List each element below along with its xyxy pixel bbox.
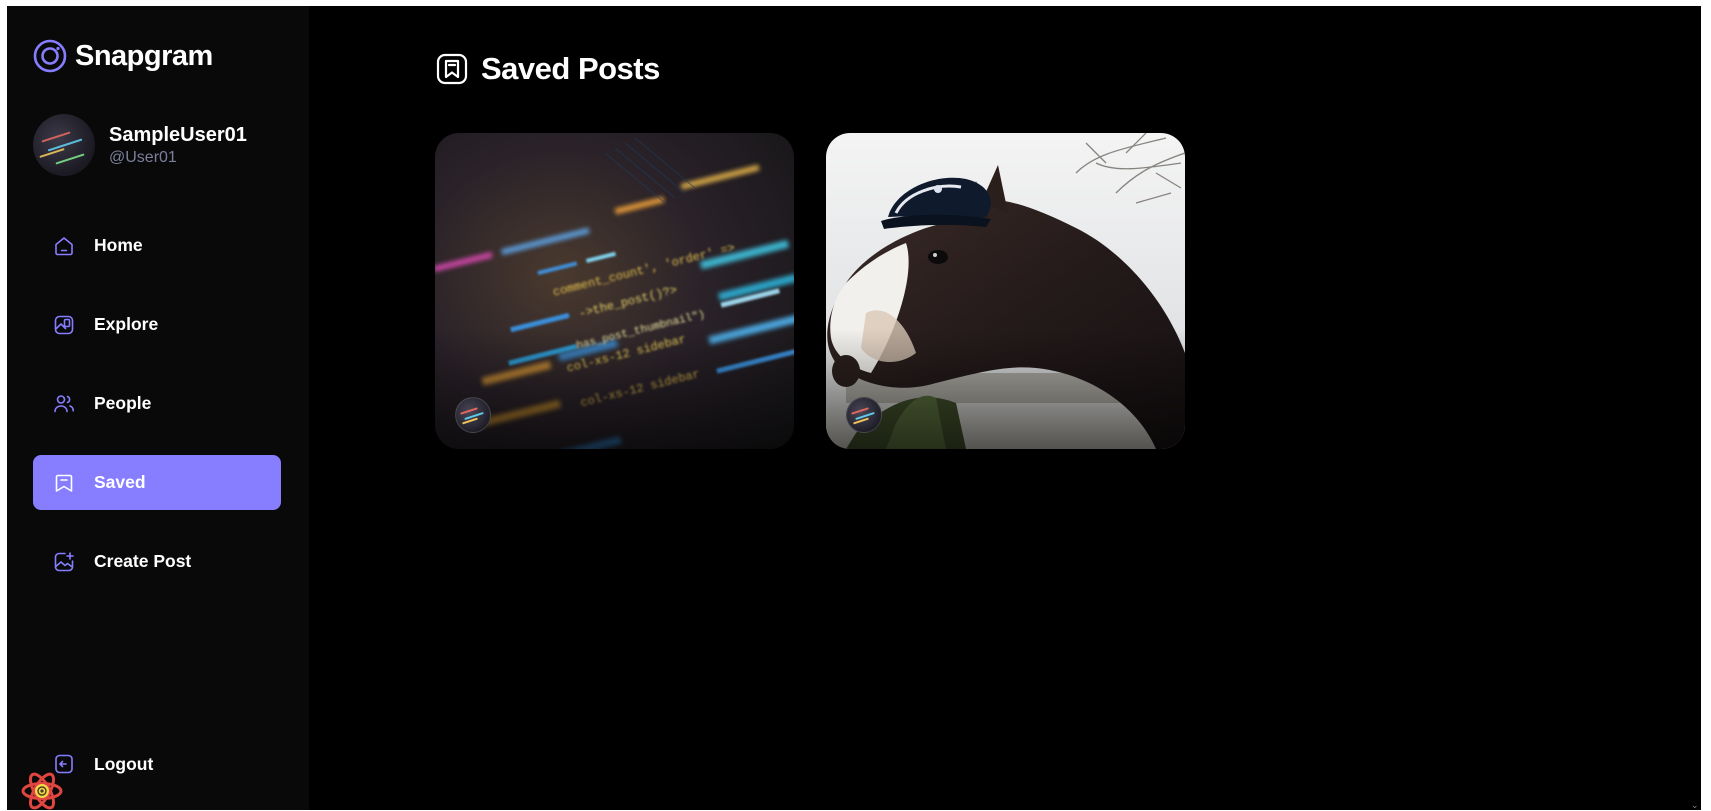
sidebar-item-label: Home	[94, 235, 143, 255]
react-icon[interactable]	[20, 771, 64, 810]
main-content: Saved Posts comment_count', 'order' => -…	[309, 6, 1701, 810]
logout-label: Logout	[94, 753, 154, 774]
app-logo[interactable]: Snapgram	[33, 39, 213, 73]
app-name: Snapgram	[75, 39, 213, 72]
card-overlay	[435, 329, 794, 449]
app-window: Snapgram SampleUser01 @User01 Home Explo…	[7, 6, 1701, 810]
saved-post-card[interactable]	[826, 133, 1185, 449]
sidebar-nav: Home Explore People Saved Create Post	[33, 218, 281, 613]
profile-link[interactable]: SampleUser01 @User01	[33, 114, 247, 176]
scrollbar-corner[interactable]: ⌄	[1691, 800, 1699, 810]
sidebar-item-label: Saved	[94, 472, 146, 492]
gallery-icon	[51, 312, 77, 338]
profile-name: SampleUser01	[109, 123, 247, 146]
left-sidebar: Snapgram SampleUser01 @User01 Home Explo…	[7, 6, 309, 810]
gallery-add-icon	[51, 549, 77, 575]
sidebar-item-people[interactable]: People	[33, 376, 281, 431]
sidebar-item-label: People	[94, 393, 152, 413]
sidebar-item-explore[interactable]: Explore	[33, 297, 281, 352]
sidebar-item-home[interactable]: Home	[33, 218, 281, 273]
avatar[interactable]	[455, 397, 491, 433]
avatar[interactable]	[846, 397, 882, 433]
snapgram-logo-icon	[33, 39, 67, 73]
sidebar-item-label: Explore	[94, 314, 159, 334]
avatar	[33, 114, 95, 176]
saved-post-card[interactable]: comment_count', 'order' => ->the_post()?…	[435, 133, 794, 449]
sidebar-item-label: Create Post	[94, 551, 192, 571]
logout-button[interactable]: Logout	[33, 739, 281, 789]
home-icon	[51, 233, 77, 259]
sidebar-item-create-post[interactable]: Create Post	[33, 534, 281, 589]
page-header: Saved Posts	[435, 51, 660, 87]
card-overlay	[826, 329, 1185, 449]
people-icon	[51, 391, 77, 417]
profile-handle: @User01	[109, 148, 177, 166]
saved-posts-grid: comment_count', 'order' => ->the_post()?…	[435, 133, 1185, 449]
sidebar-item-saved[interactable]: Saved	[33, 455, 281, 510]
bookmark-icon	[436, 53, 468, 85]
page-title: Saved Posts	[481, 51, 660, 86]
bookmark-icon	[51, 470, 77, 496]
